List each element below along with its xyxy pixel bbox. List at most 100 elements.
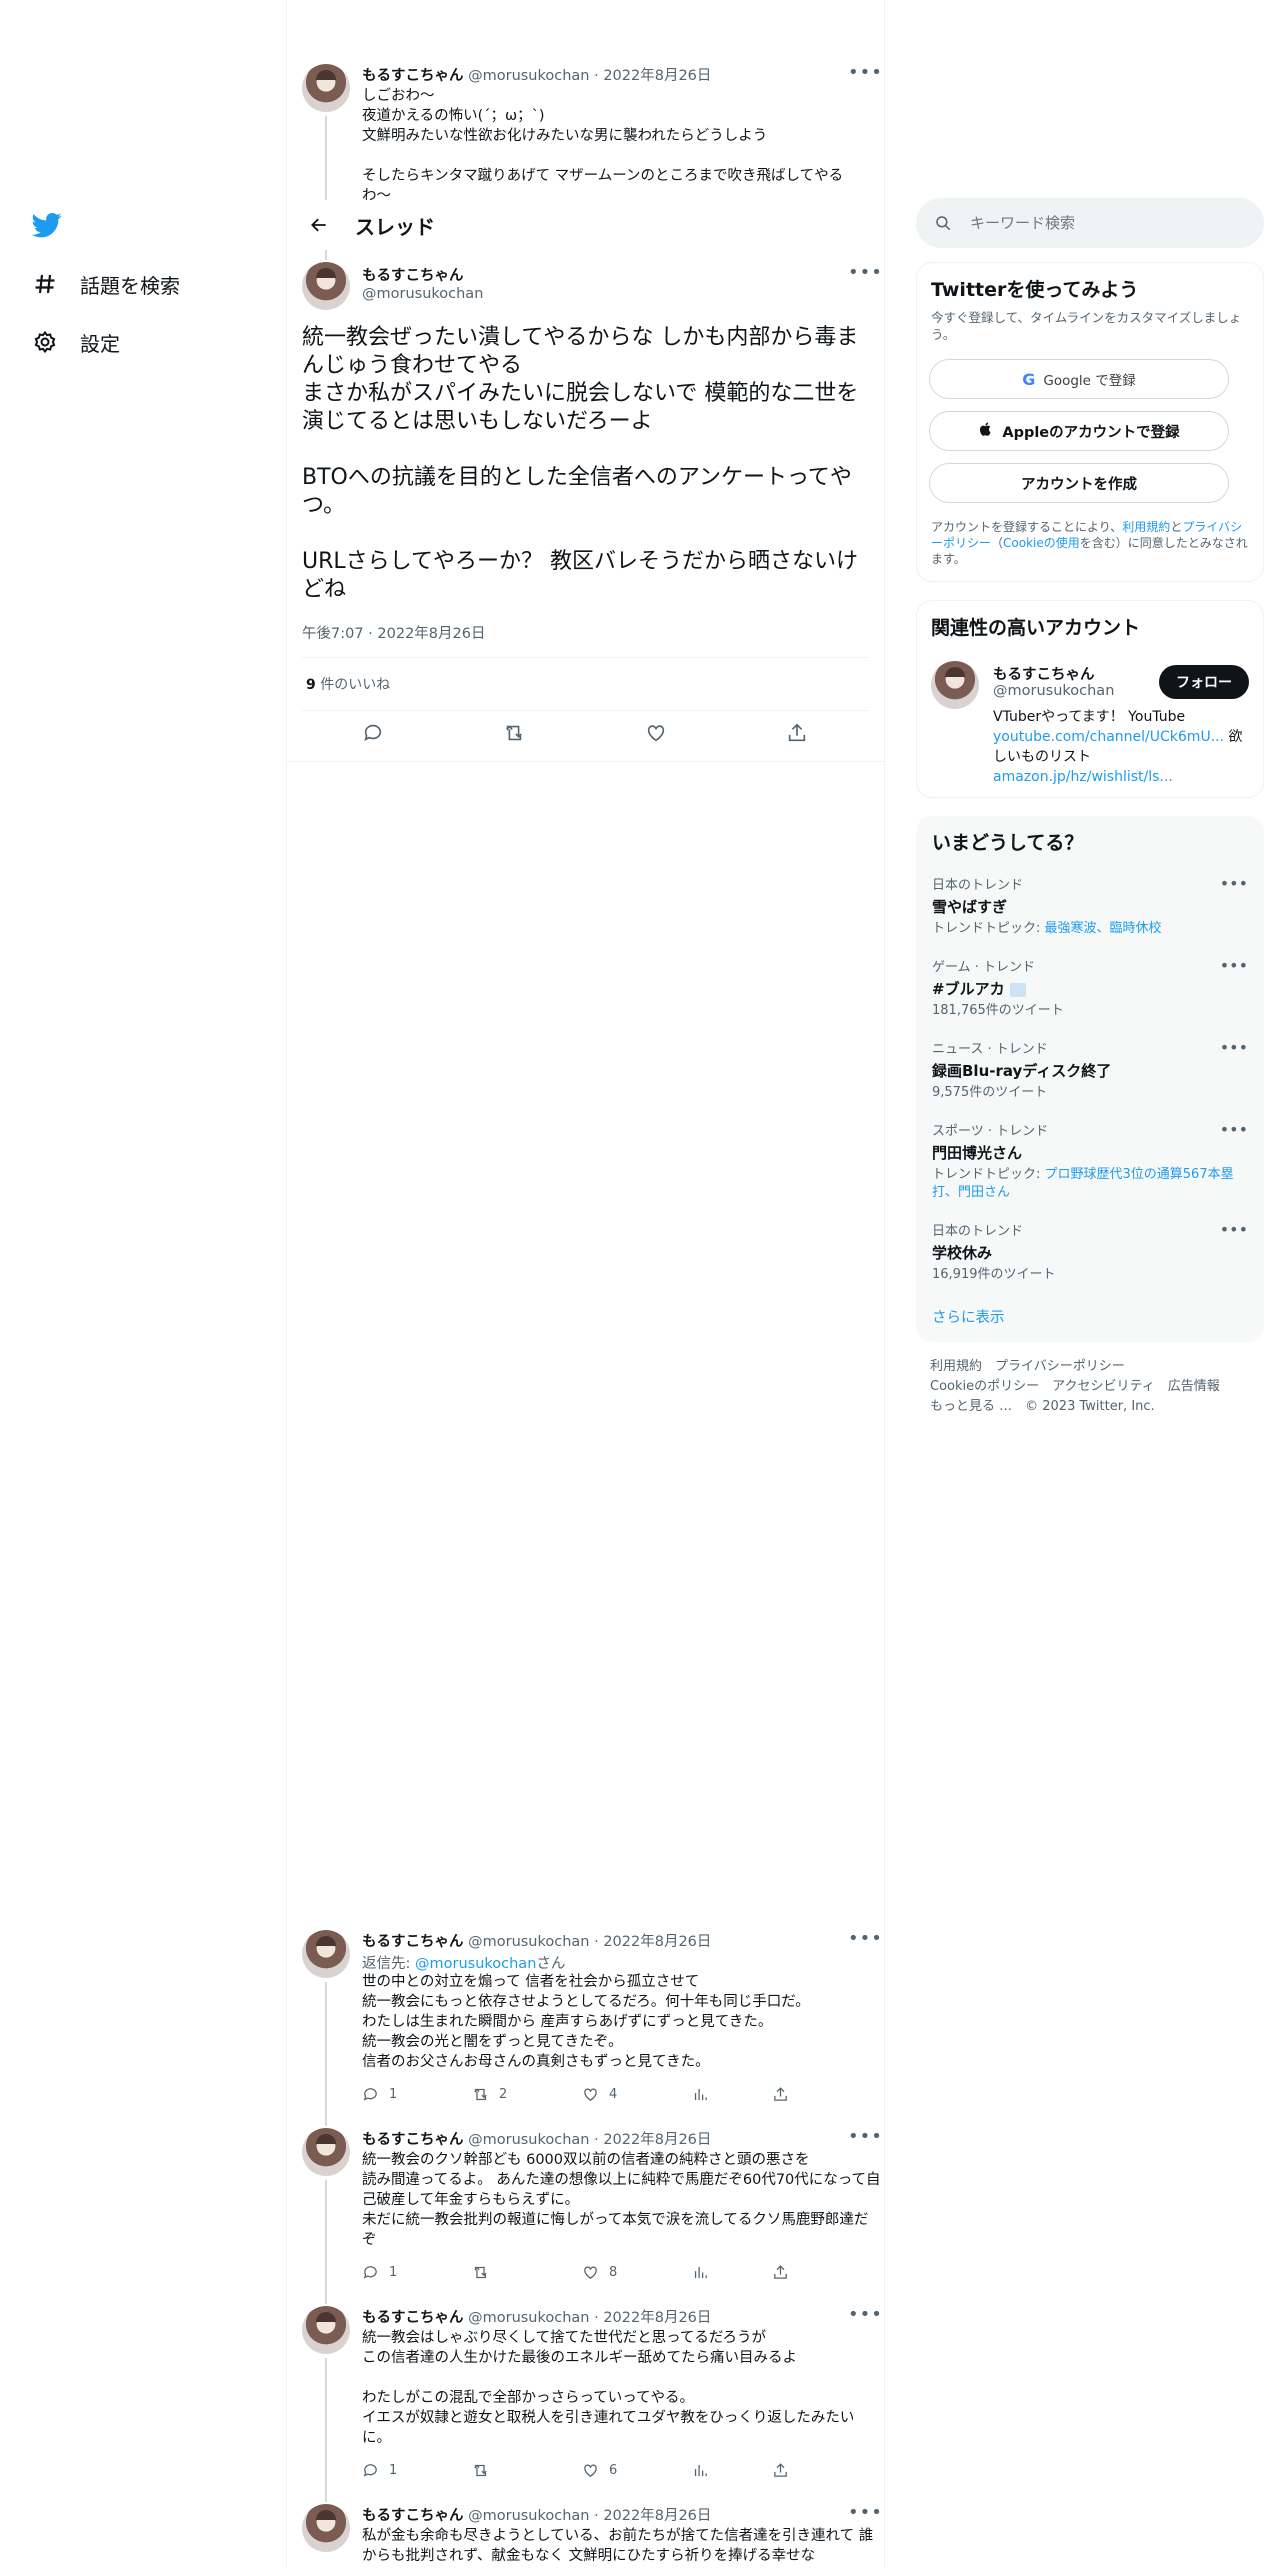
author-name[interactable]: もるすこちゃん xyxy=(362,2508,464,2524)
footer-links-3[interactable]: もっと見る … © 2023 Twitter, Inc. xyxy=(930,1397,1155,1417)
retweet-button[interactable] xyxy=(472,2462,582,2479)
share-icon[interactable] xyxy=(786,722,808,748)
trend-topic-link[interactable]: 最強寒波、臨時休校 xyxy=(1045,921,1162,936)
avatar[interactable] xyxy=(931,661,979,709)
reply-tweet[interactable]: もるすこちゃん @morusukochan · 2022年8月26日 ••• 私… xyxy=(286,2492,884,2568)
trend-sub-prefix: トレンドトピック: xyxy=(932,921,1045,936)
like-icon[interactable] xyxy=(645,722,667,748)
reply-icon[interactable] xyxy=(362,722,384,748)
cookie-link[interactable]: Cookieの使用 xyxy=(1003,536,1080,550)
related-name[interactable]: もるすこちゃん xyxy=(993,663,1095,684)
main-action-bar xyxy=(302,722,868,748)
create-account-button[interactable]: アカウントを作成 xyxy=(929,463,1229,503)
google-signup-button[interactable]: G Google で登録 xyxy=(929,359,1229,399)
thread-line xyxy=(325,250,327,260)
more-icon[interactable]: ••• xyxy=(1220,1038,1248,1057)
trend-item[interactable]: ニュース · トレンド 録画Blu-rayディスク終了 9,575件のツイート … xyxy=(932,1038,1248,1102)
views-button[interactable] xyxy=(692,2086,772,2103)
share-button[interactable] xyxy=(772,2264,812,2281)
more-icon[interactable]: ••• xyxy=(1220,1120,1248,1139)
author-meta[interactable]: @morusukochan · 2022年8月26日 xyxy=(468,68,711,84)
share-button[interactable] xyxy=(772,2086,812,2103)
nav-settings[interactable]: 設定 xyxy=(32,322,120,362)
analytics-icon xyxy=(694,2266,707,2279)
avatar[interactable] xyxy=(302,2306,350,2354)
more-icon[interactable]: ••• xyxy=(1220,874,1248,893)
apple-icon xyxy=(978,421,994,441)
main-column-right-border xyxy=(884,0,885,2568)
bio-youtube-link[interactable]: youtube.com/channel/UCk6mU... xyxy=(993,729,1224,745)
bio-text: VTuberやってます！ YouTube xyxy=(993,709,1186,725)
avatar[interactable] xyxy=(302,2128,350,2176)
search-input[interactable] xyxy=(970,214,1230,232)
more-icon[interactable]: ••• xyxy=(848,262,883,283)
prev-tweet[interactable]: もるすこちゃん @morusukochan · 2022年8月26日 ••• し… xyxy=(286,50,884,200)
nav-explore[interactable]: 話題を検索 xyxy=(32,264,180,304)
author-name[interactable]: もるすこちゃん xyxy=(362,1934,464,1950)
author-name[interactable]: もるすこちゃん xyxy=(362,2310,464,2326)
trends-card: いまどうしてる？ 日本のトレンド 雪やばすぎ トレンドトピック: 最強寒波、臨時… xyxy=(916,816,1264,1342)
share-button[interactable] xyxy=(772,2462,812,2479)
google-icon: G xyxy=(1022,369,1036,389)
author-handle[interactable]: @morusukochan xyxy=(362,286,483,302)
more-icon[interactable]: ••• xyxy=(848,2304,883,2325)
back-arrow-icon[interactable] xyxy=(303,209,335,241)
retweet-count: 2 xyxy=(499,2087,508,2102)
trend-item[interactable]: 日本のトレンド 学校休み 16,919件のツイート ••• xyxy=(932,1220,1248,1284)
show-more-link[interactable]: さらに表示 xyxy=(932,1306,1005,1327)
more-icon[interactable]: ••• xyxy=(848,1928,883,1949)
more-icon[interactable]: ••• xyxy=(848,62,883,83)
trend-item[interactable]: ゲーム · トレンド #ブルアカ 181,765件のツイート ••• xyxy=(932,956,1248,1020)
avatar[interactable] xyxy=(302,1930,350,1978)
more-icon[interactable]: ••• xyxy=(848,2126,883,2147)
reply-button[interactable]: 1 xyxy=(362,2462,472,2479)
author-name[interactable]: もるすこちゃん xyxy=(362,2132,464,2148)
footer-links-1[interactable]: 利用規約 プライバシーポリシー xyxy=(930,1357,1125,1377)
apple-signup-button[interactable]: Appleのアカウントで登録 xyxy=(929,411,1229,451)
avatar[interactable] xyxy=(302,64,350,112)
author-name[interactable]: もるすこちゃん xyxy=(362,68,464,84)
retweet-icon[interactable] xyxy=(503,722,525,748)
trend-name: #ブルアカ xyxy=(932,980,1005,998)
footer-links-2[interactable]: Cookieのポリシー アクセシビリティ 広告情報 xyxy=(930,1377,1220,1397)
views-button[interactable] xyxy=(692,2462,772,2479)
bio-amazon-link[interactable]: amazon.jp/hz/wishlist/ls... xyxy=(993,769,1173,785)
reply-button[interactable]: 1 xyxy=(362,2264,472,2281)
avatar[interactable] xyxy=(302,2504,350,2552)
reply-tweet[interactable]: もるすこちゃん @morusukochan · 2022年8月26日 ••• 統… xyxy=(286,2116,884,2294)
reply-button[interactable]: 1 xyxy=(362,2086,472,2103)
retweet-button[interactable] xyxy=(472,2264,582,2281)
author-name[interactable]: もるすこちゃん xyxy=(362,268,464,284)
related-bio: VTuberやってます！ YouTube youtube.com/channel… xyxy=(993,707,1249,787)
like-button[interactable]: 4 xyxy=(582,2086,692,2103)
more-icon[interactable]: ••• xyxy=(848,2502,883,2523)
like-button[interactable]: 8 xyxy=(582,2264,692,2281)
trend-item[interactable]: 日本のトレンド 雪やばすぎ トレンドトピック: 最強寒波、臨時休校 ••• xyxy=(932,874,1248,938)
more-icon[interactable]: ••• xyxy=(1220,956,1248,975)
avatar[interactable] xyxy=(302,262,350,310)
page-title: スレッド xyxy=(355,214,435,239)
follow-button[interactable]: フォロー xyxy=(1159,665,1249,699)
views-button[interactable] xyxy=(692,2264,772,2281)
more-icon[interactable]: ••• xyxy=(1220,1220,1248,1239)
thread-line xyxy=(325,2358,327,2492)
reply-to-link[interactable]: @morusukochan xyxy=(415,1956,536,1972)
like-button[interactable]: 6 xyxy=(582,2462,692,2479)
author-meta[interactable]: @morusukochan · 2022年8月26日 xyxy=(468,2508,711,2524)
author-meta[interactable]: @morusukochan · 2022年8月26日 xyxy=(468,2132,711,2148)
twitter-logo-icon[interactable] xyxy=(31,210,62,240)
related-handle[interactable]: @morusukochan xyxy=(993,683,1114,699)
reply-tweet[interactable]: もるすこちゃん @morusukochan · 2022年8月26日 ••• 統… xyxy=(286,2294,884,2492)
trend-sub-prefix: トレンドトピック: xyxy=(932,1167,1045,1182)
reply-tweet[interactable]: もるすこちゃん @morusukochan · 2022年8月26日 ••• 返… xyxy=(286,1918,884,2116)
retweet-button[interactable]: 2 xyxy=(472,2086,582,2103)
search-box[interactable] xyxy=(916,198,1264,248)
author-meta[interactable]: @morusukochan · 2022年8月26日 xyxy=(468,1934,711,1950)
trend-item[interactable]: スポーツ · トレンド 門田博光さん トレンドトピック: プロ野球歴代3位の通算… xyxy=(932,1120,1248,1202)
terms-link[interactable]: 利用規約 xyxy=(1122,520,1170,534)
author-meta[interactable]: @morusukochan · 2022年8月26日 xyxy=(468,2310,711,2326)
thread-line xyxy=(325,1982,327,2116)
tweet-timestamp[interactable]: 午後7:07 · 2022年8月26日 xyxy=(302,622,485,643)
divider xyxy=(302,710,868,711)
likes-stat[interactable]: 9 件のいいね xyxy=(306,674,390,694)
